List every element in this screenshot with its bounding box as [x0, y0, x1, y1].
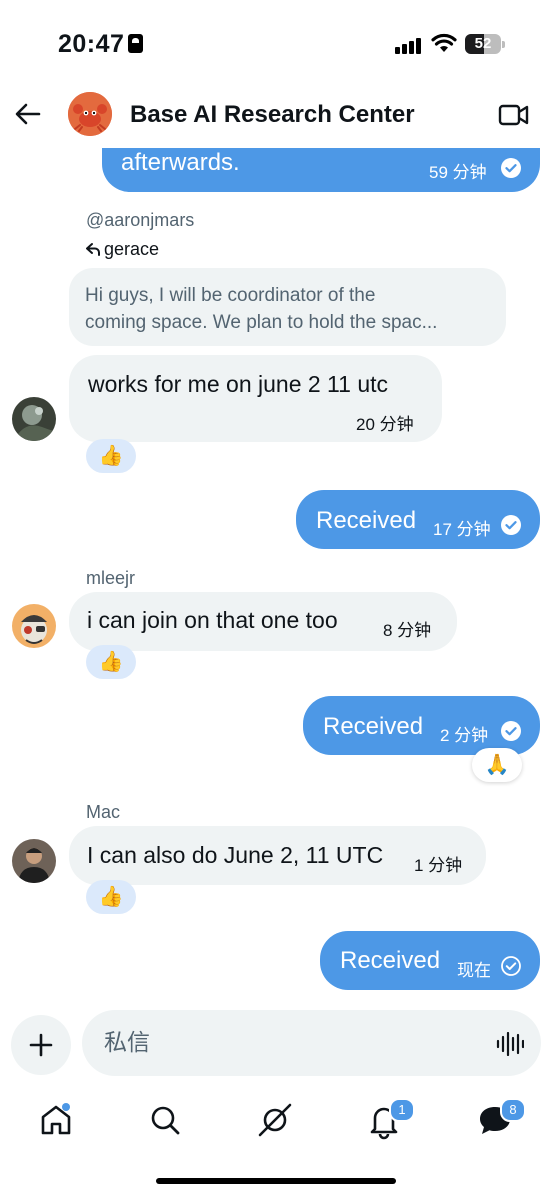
- search-icon: [151, 1106, 180, 1135]
- tab-grok[interactable]: [255, 1100, 295, 1140]
- message-time: 2 分钟: [440, 726, 489, 745]
- plus-icon: [29, 1033, 53, 1057]
- sender-name[interactable]: @aaronjmars: [86, 210, 194, 231]
- chat-header: Base AI Research Center: [0, 82, 552, 148]
- message-bubble-outgoing[interactable]: Received 2 分钟: [303, 696, 540, 755]
- message-bubble-outgoing[interactable]: Received 现在: [320, 931, 540, 990]
- message-time: 17 分钟: [433, 520, 491, 539]
- home-notification-dot: [62, 1103, 70, 1111]
- home-indicator: [156, 1178, 396, 1184]
- quote-line: Hi guys, I will be coordinator of the: [85, 285, 376, 306]
- tab-notifications[interactable]: 1: [364, 1098, 415, 1140]
- back-arrow-icon[interactable]: [14, 100, 42, 128]
- reaction-thumbs-up[interactable]: 👍: [86, 645, 136, 679]
- quote-line: coming space. We plan to hold the spac..…: [85, 312, 438, 333]
- crab-icon[interactable]: [68, 92, 112, 136]
- chat-title[interactable]: Base AI Research Center: [130, 101, 415, 129]
- video-camera-icon[interactable]: [498, 102, 530, 128]
- tab-messages[interactable]: 8: [475, 1098, 526, 1140]
- message-input[interactable]: [104, 1026, 464, 1060]
- avatar[interactable]: [12, 397, 56, 441]
- reaction-thumbs-up[interactable]: 👍: [86, 439, 136, 473]
- message-bubble-outgoing[interactable]: Received 17 分钟: [296, 490, 540, 549]
- sender-name[interactable]: Mac: [86, 802, 120, 823]
- message-text: Received: [323, 713, 424, 740]
- messages-count-badge: 8: [500, 1098, 526, 1122]
- quoted-message[interactable]: Hi guys, I will be coordinator of the co…: [69, 268, 506, 346]
- message-time: 20 分钟: [356, 415, 414, 434]
- message-time: 现在: [457, 961, 491, 980]
- message-text: Received: [340, 947, 441, 974]
- read-check-icon: [501, 158, 521, 178]
- sender-name[interactable]: mleejr: [86, 568, 135, 589]
- notification-count-badge: 1: [389, 1098, 415, 1122]
- read-check-icon: [501, 515, 521, 535]
- reply-arrow-icon: [86, 243, 100, 256]
- message-text: works for me on june 2 11 utc: [88, 371, 388, 397]
- reply-indicator: gerace: [86, 239, 159, 260]
- avatar[interactable]: [12, 604, 56, 648]
- message-text: Received: [316, 507, 417, 534]
- message-text: afterwards.: [121, 149, 240, 176]
- reaction-folded-hands[interactable]: 🙏: [472, 748, 522, 782]
- home-icon: [41, 1105, 71, 1135]
- message-bubble-incoming[interactable]: I can also do June 2, 11 UTC 1 分钟: [69, 826, 486, 885]
- reply-to-name: gerace: [104, 239, 160, 259]
- message-text: I can also do June 2, 11 UTC: [87, 842, 384, 868]
- message-time: 59 分钟: [429, 163, 487, 182]
- message-time: 8 分钟: [383, 621, 432, 640]
- message-list[interactable]: afterwards. 59 分钟 @aaronjmars gerace Hi …: [0, 0, 552, 1000]
- message-bubble-incoming[interactable]: works for me on june 2 11 utc 20 分钟: [69, 355, 442, 442]
- message-time: 1 分钟: [414, 856, 463, 875]
- voice-waveform-icon[interactable]: [496, 1032, 524, 1056]
- read-check-icon: [501, 721, 521, 741]
- message-composer: [82, 1010, 541, 1076]
- tab-search[interactable]: [145, 1100, 185, 1140]
- add-attachment-button[interactable]: [11, 1015, 71, 1075]
- quoted-message-text: Hi guys, I will be coordinator of the co…: [85, 282, 497, 336]
- bottom-tab-bar: 1 8: [0, 1090, 552, 1160]
- grok-icon: [258, 1103, 292, 1137]
- reaction-thumbs-up[interactable]: 👍: [86, 880, 136, 914]
- sent-check-icon: [501, 956, 521, 976]
- avatar[interactable]: [12, 839, 56, 883]
- tab-home[interactable]: [36, 1100, 76, 1140]
- message-bubble-incoming[interactable]: i can join on that one too 8 分钟: [69, 592, 457, 651]
- message-text: i can join on that one too: [87, 607, 338, 633]
